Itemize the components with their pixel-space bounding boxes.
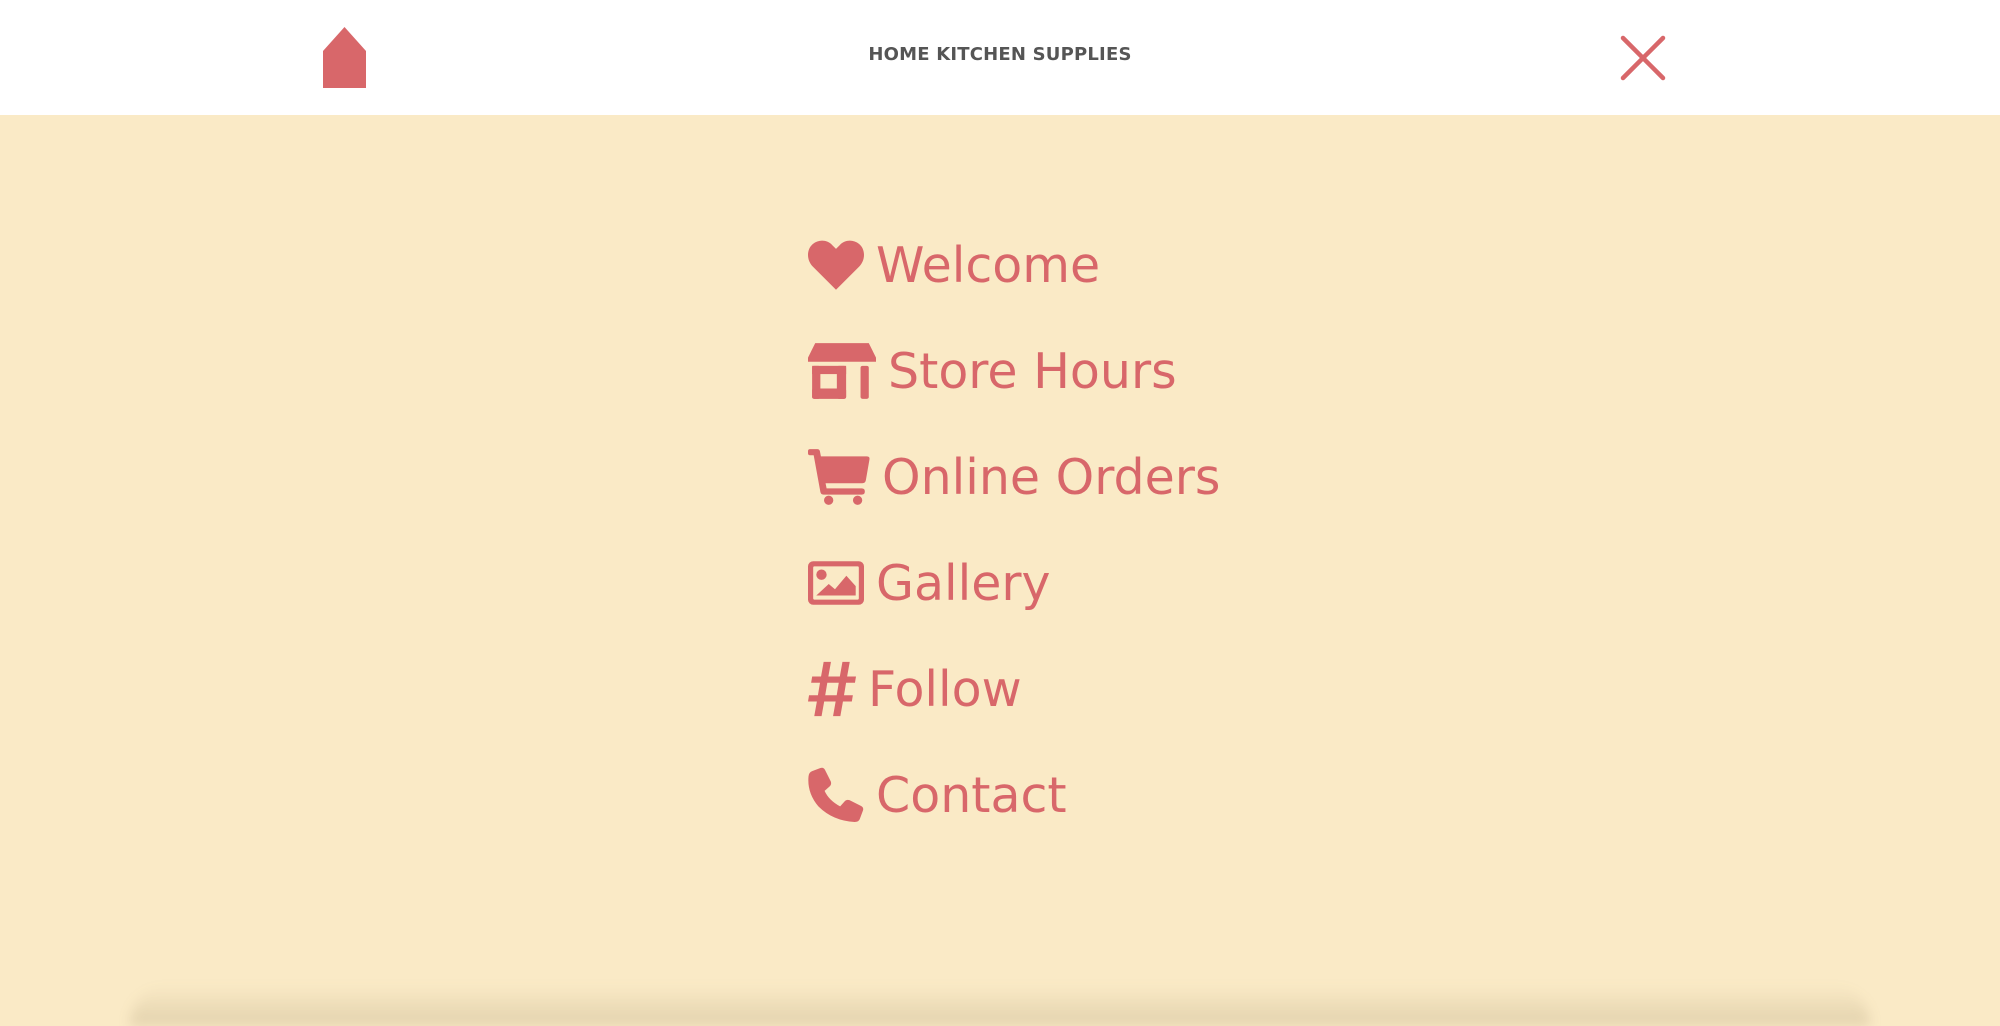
menu-item-label: Contact	[876, 766, 1067, 824]
menu-item-store-hours[interactable]: Store Hours	[808, 318, 1220, 424]
store-icon	[808, 343, 876, 399]
menu-item-label: Follow	[868, 660, 1022, 718]
menu-item-online-orders[interactable]: Online Orders	[808, 424, 1220, 530]
close-icon[interactable]	[1619, 34, 1667, 82]
site-title: HOME KITCHEN SUPPLIES	[868, 44, 1132, 65]
menu-item-contact[interactable]: Contact	[808, 742, 1220, 848]
bottom-panel-shadow	[130, 985, 1870, 1026]
image-icon	[808, 555, 864, 611]
main-menu: Welcome Store Hours Online Orders Galler…	[808, 212, 1220, 848]
menu-item-label: Welcome	[876, 236, 1101, 294]
heart-icon	[808, 237, 864, 293]
menu-item-label: Gallery	[876, 554, 1051, 612]
menu-item-label: Online Orders	[882, 448, 1221, 506]
menu-item-label: Store Hours	[888, 342, 1177, 400]
phone-icon	[808, 767, 864, 823]
header-bar: HOME KITCHEN SUPPLIES	[0, 0, 2000, 115]
menu-item-welcome[interactable]: Welcome	[808, 212, 1220, 318]
cart-icon	[808, 449, 870, 505]
close-x-shape	[1620, 35, 1666, 81]
menu-item-gallery[interactable]: Gallery	[808, 530, 1220, 636]
menu-item-follow[interactable]: Follow	[808, 636, 1220, 742]
hashtag-icon	[808, 661, 856, 717]
